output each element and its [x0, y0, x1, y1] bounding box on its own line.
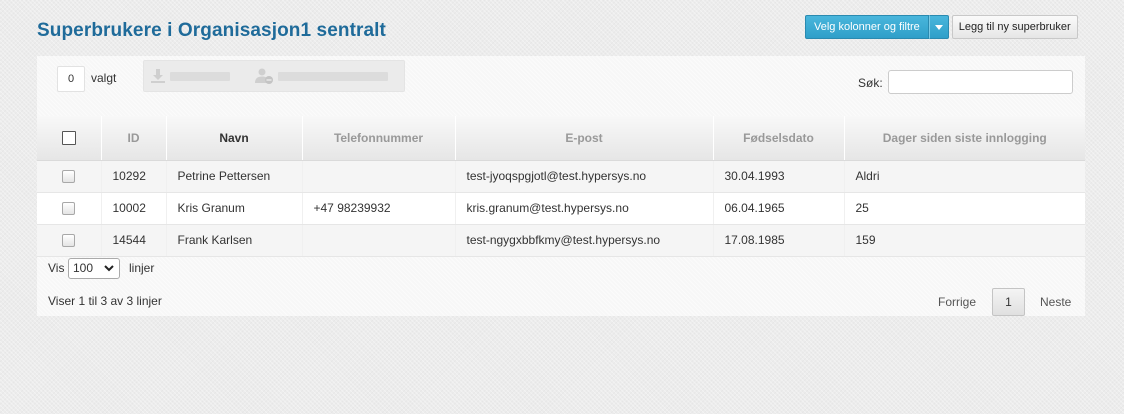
- column-header-days-since-login[interactable]: Dager siden siste innlogging: [844, 116, 1085, 161]
- search-input[interactable]: [888, 70, 1073, 94]
- row-select-cell: [37, 192, 102, 225]
- cell-phone: +47 98239932: [302, 192, 456, 225]
- cell-days-since-login: Aldri: [844, 160, 1085, 193]
- chevron-down-icon: [104, 265, 114, 272]
- columns-filters-button[interactable]: Velg kolonner og filtre: [805, 15, 929, 39]
- table-row[interactable]: 10292 Petrine Pettersen test-jyoqspgjotl…: [37, 160, 1085, 193]
- page-length-select[interactable]: 100: [68, 258, 120, 279]
- row-checkbox[interactable]: [62, 170, 76, 184]
- table-row[interactable]: 10002 Kris Granum +47 98239932 kris.gran…: [37, 192, 1085, 225]
- table-row[interactable]: 14544 Frank Karlsen test-ngygxbbfkmy@tes…: [37, 224, 1085, 257]
- select-all-checkbox[interactable]: [61, 131, 76, 146]
- column-header-name[interactable]: Navn: [166, 116, 303, 161]
- column-header-birthdate[interactable]: Fødselsdato: [713, 116, 845, 161]
- superusers-table: ID Navn Telefonnummer E-post Fødselsdato…: [37, 116, 1085, 257]
- page-title: Superbrukere i Organisasjon1 sentralt: [37, 20, 386, 41]
- table-info: Viser 1 til 3 av 3 linjer: [48, 294, 162, 308]
- bulk-actions-toolbar: [143, 60, 405, 92]
- header-button-group: Velg kolonner og filtre Legg til ny supe…: [805, 15, 1078, 39]
- cell-id: 10292: [101, 160, 167, 193]
- cell-name: Frank Karlsen: [166, 224, 303, 257]
- row-select-cell: [37, 224, 102, 257]
- row-checkbox[interactable]: [62, 234, 76, 248]
- download-button[interactable]: [144, 61, 248, 91]
- row-select-cell: [37, 160, 102, 193]
- selected-count-badge: 0: [57, 66, 85, 92]
- pagination-previous[interactable]: Forrige: [938, 295, 976, 309]
- cell-id: 14544: [101, 224, 167, 257]
- user-remove-icon: [255, 68, 273, 84]
- remove-superuser-button[interactable]: [248, 61, 394, 91]
- add-superuser-button[interactable]: Legg til ny superbruker: [951, 15, 1078, 39]
- caret-down-icon: [934, 24, 943, 30]
- download-icon: [151, 69, 165, 83]
- pagination-page-current[interactable]: 1: [992, 288, 1025, 316]
- length-menu-suffix: linjer: [129, 261, 155, 275]
- row-checkbox[interactable]: [62, 202, 76, 216]
- length-menu-prefix: Vis: [48, 261, 65, 275]
- selected-count-label: valgt: [91, 71, 117, 85]
- cell-days-since-login: 25: [844, 192, 1085, 225]
- cell-birthdate: 17.08.1985: [713, 224, 845, 257]
- remove-label-placeholder: [278, 71, 388, 81]
- select-all-header: [37, 116, 102, 161]
- cell-days-since-login: 159: [844, 224, 1085, 257]
- cell-phone: [302, 224, 456, 257]
- column-header-email[interactable]: E-post: [455, 116, 714, 161]
- cell-birthdate: 06.04.1965: [713, 192, 845, 225]
- cell-name: Petrine Pettersen: [166, 160, 303, 193]
- cell-birthdate: 30.04.1993: [713, 160, 845, 193]
- page-length-value: 100: [73, 261, 94, 275]
- table-header-row: ID Navn Telefonnummer E-post Fødselsdato…: [37, 116, 1085, 161]
- pagination-next[interactable]: Neste: [1040, 295, 1071, 309]
- column-header-id[interactable]: ID: [101, 116, 167, 161]
- cell-email: test-ngygxbbfkmy@test.hypersys.no: [455, 224, 714, 257]
- cell-phone: [302, 160, 456, 193]
- columns-filters-dropdown-toggle[interactable]: [928, 15, 949, 39]
- superusers-panel: 0 valgt Søk: ID Navn Telefonnummer E-pos…: [37, 56, 1085, 316]
- download-label-placeholder: [170, 71, 230, 81]
- cell-name: Kris Granum: [166, 192, 303, 225]
- cell-email: kris.granum@test.hypersys.no: [455, 192, 714, 225]
- cell-id: 10002: [101, 192, 167, 225]
- column-header-phone[interactable]: Telefonnummer: [302, 116, 456, 161]
- search-label: Søk:: [858, 76, 883, 90]
- cell-email: test-jyoqspgjotl@test.hypersys.no: [455, 160, 714, 193]
